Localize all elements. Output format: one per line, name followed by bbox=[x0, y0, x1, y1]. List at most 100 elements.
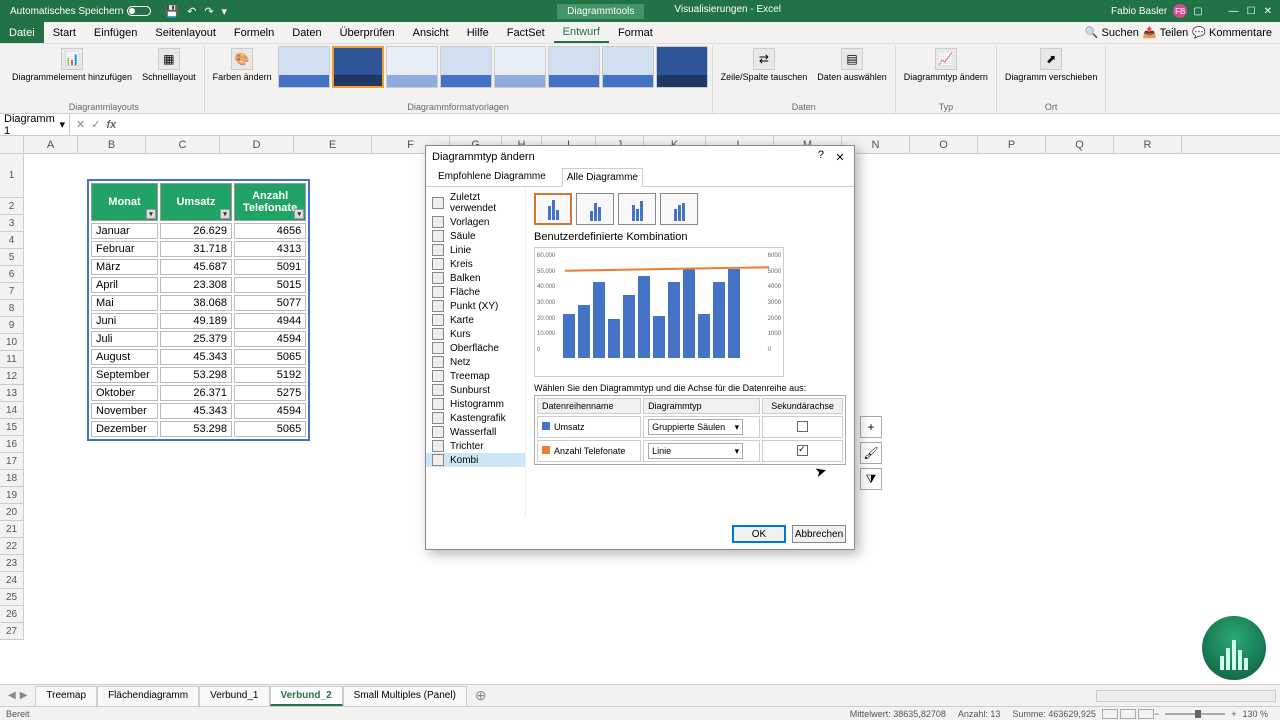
table-row[interactable]: Juni49.1894944 bbox=[91, 313, 306, 329]
quick-layout-button[interactable]: ▦Schnelllayout bbox=[138, 46, 200, 84]
chart-type-item[interactable]: Zuletzt verwendet bbox=[426, 191, 525, 215]
chart-style-7[interactable] bbox=[602, 46, 654, 88]
user-name[interactable]: Fabio Basler bbox=[1111, 6, 1167, 17]
cancel-formula-icon[interactable]: ✕ bbox=[76, 118, 85, 131]
chart-type-item[interactable]: Punkt (XY) bbox=[426, 299, 525, 313]
table-row[interactable]: Juli25.3794594 bbox=[91, 331, 306, 347]
row-header-15[interactable]: 15 bbox=[0, 419, 24, 436]
cell[interactable]: Mai bbox=[91, 295, 158, 311]
col-header-D[interactable]: D bbox=[220, 136, 294, 153]
sheet-tab[interactable]: Small Multiples (Panel) bbox=[343, 686, 467, 706]
comments-button[interactable]: 💬Kommentare bbox=[1192, 26, 1272, 39]
ribbon-options-icon[interactable]: ▢ bbox=[1193, 6, 1202, 17]
table-row[interactable]: April23.3085015 bbox=[91, 277, 306, 293]
col-header-Q[interactable]: Q bbox=[1046, 136, 1114, 153]
share-button[interactable]: 📤Teilen bbox=[1143, 26, 1188, 39]
row-header-7[interactable]: 7 bbox=[0, 283, 24, 300]
row-header-6[interactable]: 6 bbox=[0, 266, 24, 283]
chart-type-item[interactable]: Karte bbox=[426, 313, 525, 327]
cell[interactable]: 4656 bbox=[234, 223, 306, 239]
move-chart-button[interactable]: ⬈Diagramm verschieben bbox=[1001, 46, 1102, 84]
row-header-25[interactable]: 25 bbox=[0, 589, 24, 606]
cell[interactable]: Januar bbox=[91, 223, 158, 239]
cell[interactable]: 23.308 bbox=[160, 277, 232, 293]
combo-subtype-2[interactable] bbox=[576, 193, 614, 225]
combo-subtype-3[interactable] bbox=[618, 193, 656, 225]
cell[interactable]: 4594 bbox=[234, 403, 306, 419]
chart-type-item[interactable]: Kurs bbox=[426, 327, 525, 341]
chart-style-2[interactable] bbox=[332, 46, 384, 88]
row-header-10[interactable]: 10 bbox=[0, 334, 24, 351]
switch-row-col-button[interactable]: ⇄Zeile/Spalte tauschen bbox=[717, 46, 812, 84]
row-header-27[interactable]: 27 bbox=[0, 623, 24, 640]
table-row[interactable]: Dezember53.2985065 bbox=[91, 421, 306, 437]
chart-type-item[interactable]: Kastengrafik bbox=[426, 411, 525, 425]
row-header-19[interactable]: 19 bbox=[0, 487, 24, 504]
chart-type-item[interactable]: Treemap bbox=[426, 369, 525, 383]
col-header-P[interactable]: P bbox=[978, 136, 1046, 153]
cell[interactable]: 45.343 bbox=[160, 349, 232, 365]
table-header[interactable]: AnzahlTelefonate▾ bbox=[234, 183, 306, 221]
menu-item-einfügen[interactable]: Einfügen bbox=[85, 22, 146, 43]
row-header-18[interactable]: 18 bbox=[0, 470, 24, 487]
menu-item-ansicht[interactable]: Ansicht bbox=[404, 22, 458, 43]
toggle-off-icon[interactable] bbox=[127, 6, 151, 16]
table-header[interactable]: Umsatz▾ bbox=[160, 183, 232, 221]
row-header-8[interactable]: 8 bbox=[0, 300, 24, 317]
cell[interactable]: März bbox=[91, 259, 158, 275]
sheet-tab[interactable]: Verbund_1 bbox=[199, 686, 269, 706]
cell[interactable]: Juni bbox=[91, 313, 158, 329]
menu-item-hilfe[interactable]: Hilfe bbox=[458, 22, 498, 43]
cell[interactable]: 4594 bbox=[234, 331, 306, 347]
chart-style-gallery[interactable] bbox=[278, 46, 708, 88]
series-type-select[interactable]: Linie▾ bbox=[648, 443, 743, 459]
dialog-close-icon[interactable]: ✕ bbox=[832, 149, 848, 165]
redo-icon[interactable]: ↷ bbox=[204, 5, 213, 18]
chart-style-1[interactable] bbox=[278, 46, 330, 88]
col-header-B[interactable]: B bbox=[78, 136, 146, 153]
filter-arrow-icon[interactable]: ▾ bbox=[220, 209, 230, 219]
row-header-21[interactable]: 21 bbox=[0, 521, 24, 538]
search-box[interactable]: 🔍Suchen bbox=[1085, 26, 1139, 39]
select-data-button[interactable]: ▤Daten auswählen bbox=[813, 46, 891, 84]
chart-style-8[interactable] bbox=[656, 46, 708, 88]
cell[interactable]: 5275 bbox=[234, 385, 306, 401]
cell[interactable]: 53.298 bbox=[160, 367, 232, 383]
row-header-11[interactable]: 11 bbox=[0, 351, 24, 368]
chart-type-item[interactable]: Wasserfall bbox=[426, 425, 525, 439]
row-header-3[interactable]: 3 bbox=[0, 215, 24, 232]
menu-item-entwurf[interactable]: Entwurf bbox=[554, 22, 609, 43]
minimize-icon[interactable]: — bbox=[1229, 6, 1239, 17]
menu-item-factset[interactable]: FactSet bbox=[498, 22, 554, 43]
menu-item-format[interactable]: Format bbox=[609, 22, 662, 43]
cell[interactable]: Dezember bbox=[91, 421, 158, 437]
cell[interactable]: September bbox=[91, 367, 158, 383]
row-header-22[interactable]: 22 bbox=[0, 538, 24, 555]
sheet-nav-prev-icon[interactable]: ◀ bbox=[8, 690, 16, 701]
sheet-tab[interactable]: Flächendiagramm bbox=[97, 686, 199, 706]
table-row[interactable]: Oktober26.3715275 bbox=[91, 385, 306, 401]
sheet-tab[interactable]: Verbund_2 bbox=[270, 686, 343, 706]
menu-item-start[interactable]: Start bbox=[44, 22, 85, 43]
chart-type-item[interactable]: Linie bbox=[426, 243, 525, 257]
combo-subtype-4[interactable] bbox=[660, 193, 698, 225]
row-header-17[interactable]: 17 bbox=[0, 453, 24, 470]
cell[interactable]: 5091 bbox=[234, 259, 306, 275]
zoom-out-icon[interactable]: − bbox=[1154, 709, 1159, 719]
horizontal-scrollbar[interactable] bbox=[1096, 690, 1276, 702]
combo-subtype-1[interactable] bbox=[534, 193, 572, 225]
table-row[interactable]: Mai38.0685077 bbox=[91, 295, 306, 311]
chart-style-4[interactable] bbox=[440, 46, 492, 88]
row-header-4[interactable]: 4 bbox=[0, 232, 24, 249]
row-header-24[interactable]: 24 bbox=[0, 572, 24, 589]
zoom-percent[interactable]: 130 % bbox=[1236, 709, 1274, 719]
cell[interactable]: 31.718 bbox=[160, 241, 232, 257]
col-header-C[interactable]: C bbox=[146, 136, 220, 153]
row-header-14[interactable]: 14 bbox=[0, 402, 24, 419]
chart-type-item[interactable]: Säule bbox=[426, 229, 525, 243]
chart-type-item[interactable]: Histogramm bbox=[426, 397, 525, 411]
chart-filter-funnel-icon[interactable]: ⧩ bbox=[860, 468, 882, 490]
cell[interactable]: 53.298 bbox=[160, 421, 232, 437]
cell[interactable]: 5192 bbox=[234, 367, 306, 383]
dialog-tab[interactable]: Alle Diagramme bbox=[562, 168, 643, 187]
